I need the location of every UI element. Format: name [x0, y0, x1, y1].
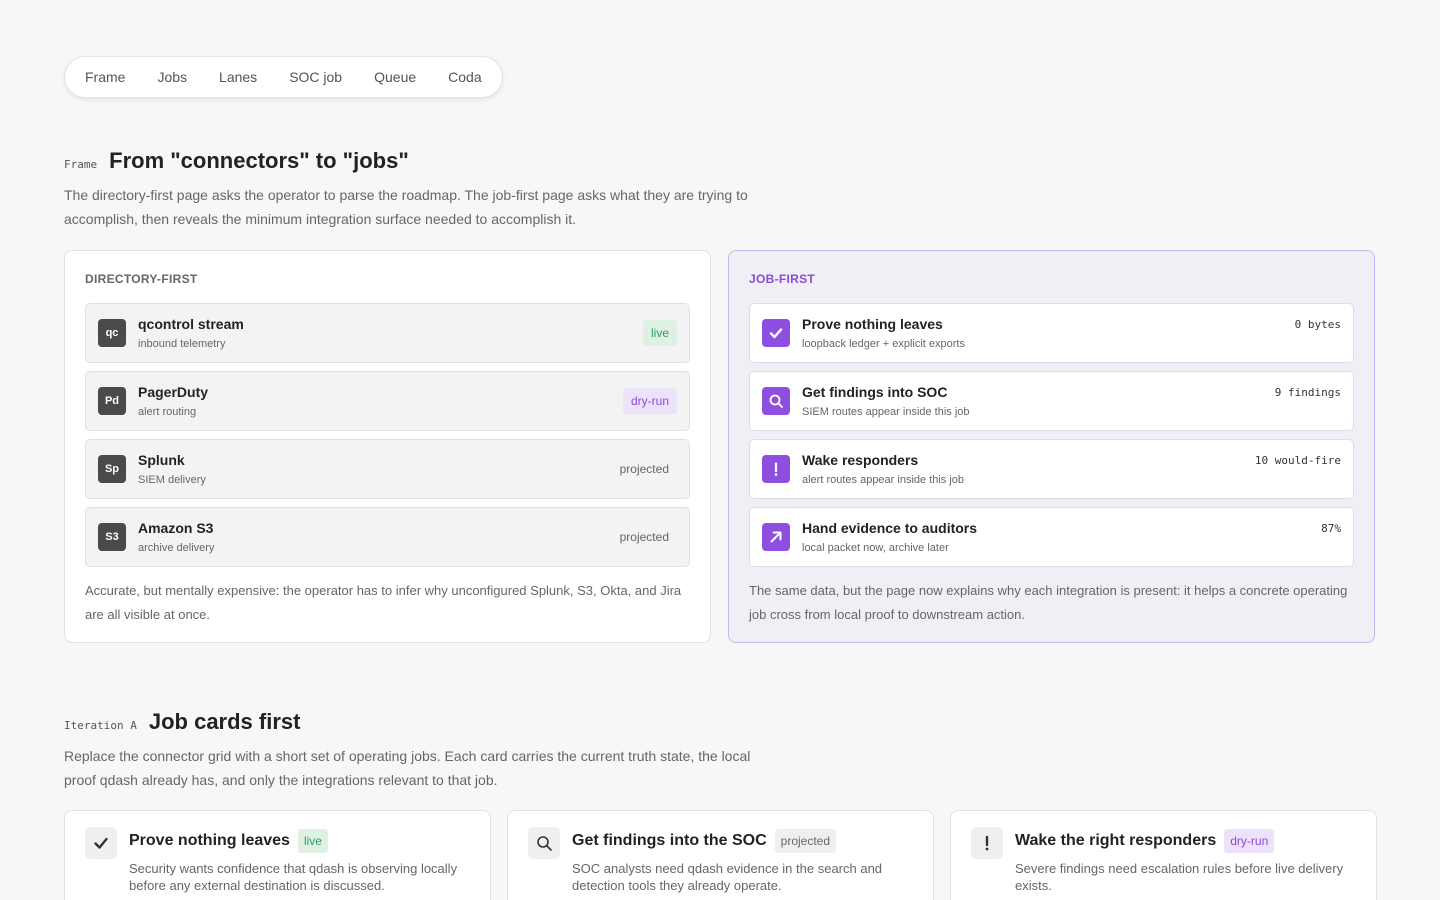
card-title: Prove nothing leaves [129, 832, 290, 849]
job-first-panel: JOB-FIRST Prove nothing leaves loopback … [728, 250, 1375, 643]
nav-jobs[interactable]: Jobs [157, 69, 187, 85]
status-badge: dry-run [622, 388, 677, 414]
connector-row-splunk[interactable]: Sp Splunk SIEM delivery projected [85, 439, 690, 499]
status-badge: dry-run [1224, 829, 1275, 853]
connector-subtitle: alert routing [138, 406, 197, 418]
card-title: Get findings into the SOC [572, 832, 767, 849]
job-title: Hand evidence to auditors [802, 520, 978, 536]
iteration-section: Iteration A Job cards first Replace the … [64, 709, 764, 792]
status-badge: live [297, 829, 328, 853]
check-icon [85, 827, 117, 859]
connector-title: qcontrol stream [138, 316, 244, 332]
frame-section: Frame From "connectors" to "jobs" The di… [64, 148, 764, 231]
job-row-get-findings-into-soc[interactable]: Get findings into SOC SIEM routes appear… [749, 371, 1354, 431]
job-card-prove-nothing-leaves[interactable]: Prove nothing leaves live Security wants… [64, 810, 491, 900]
connector-avatar: Sp [98, 455, 126, 483]
connector-avatar: Pd [98, 387, 126, 415]
connector-row-pagerduty[interactable]: Pd PagerDuty alert routing dry-run [85, 371, 690, 431]
job-subtitle: local packet now, archive later [802, 542, 949, 554]
job-subtitle: alert routes appear inside this job [802, 474, 965, 486]
job-row-prove-nothing-leaves[interactable]: Prove nothing leaves loopback ledger + e… [749, 303, 1354, 363]
nav-lanes[interactable]: Lanes [219, 69, 257, 85]
job-subtitle: SIEM routes appear inside this job [802, 406, 970, 418]
search-icon [528, 827, 560, 859]
job-row-hand-evidence-to-auditors[interactable]: Hand evidence to auditors local packet n… [749, 507, 1354, 567]
connector-title: Amazon S3 [138, 520, 214, 536]
status-badge: projected [619, 462, 669, 476]
nav-soc-job[interactable]: SOC job [289, 69, 342, 85]
connector-title: PagerDuty [138, 384, 209, 400]
search-icon [762, 387, 790, 415]
job-card-get-findings-into-the-soc[interactable]: Get findings into the SOC projected SOC … [507, 810, 934, 900]
section-kicker: Frame [64, 158, 98, 171]
job-cards: Prove nothing leaves live Security wants… [64, 810, 1377, 900]
connector-title: Splunk [138, 452, 185, 468]
panel-label: DIRECTORY-FIRST [85, 272, 198, 286]
section-description: The directory-first page asks the operat… [64, 187, 748, 227]
status-badge: live [642, 320, 677, 346]
job-metric: 9 findings [1274, 386, 1341, 399]
job-title: Get findings into SOC [802, 384, 948, 400]
panel-label: JOB-FIRST [749, 272, 816, 286]
connector-row-qcontrol[interactable]: qc qcontrol stream inbound telemetry liv… [85, 303, 690, 363]
arrow-up-right-icon [762, 523, 790, 551]
card-description: SOC analysts need qdash evidence in the … [572, 861, 883, 893]
nav-queue[interactable]: Queue [374, 69, 416, 85]
job-title: Prove nothing leaves [802, 316, 943, 332]
exclamation-icon [971, 827, 1003, 859]
card-description: Severe findings need escalation rules be… [1015, 861, 1344, 893]
connector-subtitle: archive delivery [138, 542, 215, 554]
status-badge: projected [619, 530, 669, 544]
job-row-wake-responders[interactable]: Wake responders alert routes appear insi… [749, 439, 1354, 499]
job-metric: 87% [1321, 522, 1341, 535]
card-description: Security wants confidence that qdash is … [129, 861, 458, 893]
section-title: Job cards first [148, 709, 301, 734]
job-title: Wake responders [802, 452, 919, 468]
section-nav: Frame Jobs Lanes SOC job Queue Coda [64, 56, 503, 98]
directory-first-panel: DIRECTORY-FIRST qc qcontrol stream inbou… [64, 250, 711, 643]
connector-row-amazon-s3[interactable]: S3 Amazon S3 archive delivery projected [85, 507, 690, 567]
job-subtitle: loopback ledger + explicit exports [802, 338, 965, 350]
job-metric: 0 bytes [1294, 318, 1341, 331]
connector-subtitle: inbound telemetry [138, 338, 226, 350]
job-metric: 10 would-fire [1254, 454, 1341, 467]
section-title: From "connectors" to "jobs" [109, 148, 409, 173]
connector-avatar: S3 [98, 523, 126, 551]
exclamation-icon [762, 455, 790, 483]
connector-avatar: qc [98, 319, 126, 347]
status-badge: projected [774, 829, 837, 853]
check-icon [762, 319, 790, 347]
panel-note: The same data, but the page now explains… [749, 583, 1348, 622]
connector-subtitle: SIEM delivery [138, 474, 206, 486]
section-kicker: Iteration A [64, 719, 137, 732]
section-description: Replace the connector grid with a short … [64, 748, 751, 788]
job-card-wake-the-right-responders[interactable]: Wake the right responders dry-run Severe… [950, 810, 1377, 900]
nav-coda[interactable]: Coda [448, 69, 481, 85]
card-title: Wake the right responders [1015, 832, 1217, 849]
panel-note: Accurate, but mentally expensive: the op… [85, 583, 682, 622]
nav-frame[interactable]: Frame [85, 69, 125, 85]
